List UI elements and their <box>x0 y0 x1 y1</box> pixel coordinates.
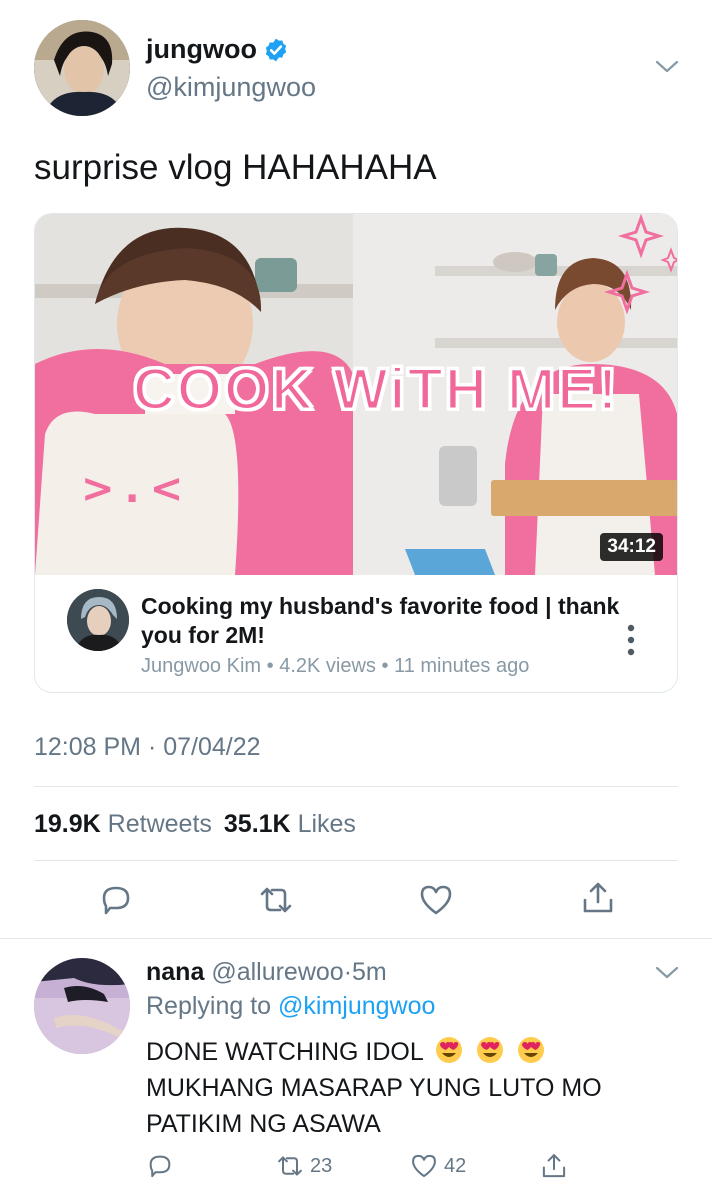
author-avatar[interactable] <box>34 20 130 116</box>
likes-label: Likes <box>297 810 356 838</box>
channel-name[interactable]: Jungwoo Kim <box>141 655 261 677</box>
divider <box>34 786 678 787</box>
heart-eyes-emoji-icon <box>476 1037 503 1063</box>
section-divider <box>0 938 712 939</box>
divider <box>34 860 678 861</box>
reply-like-count: 42 <box>444 1154 467 1177</box>
chevron-down-icon[interactable] <box>652 958 682 988</box>
heart-eyes-emoji-icon <box>435 1037 462 1063</box>
retweets-label: Retweets <box>107 810 212 838</box>
video-thumbnail[interactable]: COOK WiTH ME! >.< 34:12 <box>35 214 677 575</box>
reply-like-button[interactable]: 42 <box>410 1152 466 1180</box>
retweet-icon <box>278 1156 302 1176</box>
verified-badge-icon <box>265 38 287 61</box>
retweet-icon[interactable] <box>258 882 294 918</box>
video-meta: Jungwoo Kim • 4.2K views • 11 minutes ag… <box>141 655 529 678</box>
channel-avatar[interactable] <box>67 589 129 651</box>
reply-line-3: PATIKIM NG ASAWA <box>146 1110 381 1138</box>
retweets-count: 19.9K <box>34 810 101 838</box>
heart-eyes-emoji-icon <box>517 1037 544 1063</box>
reply-share-button[interactable] <box>540 1152 568 1180</box>
reply-retweet-button[interactable]: 23 <box>276 1152 332 1180</box>
reply-line-1: DONE WATCHING IDOL <box>146 1034 686 1070</box>
thumbnail-title-text: COOK WiTH ME! <box>131 356 620 424</box>
reply-icon[interactable] <box>98 882 134 918</box>
retweets-stat[interactable]: 19.9K Retweets <box>34 810 212 839</box>
like-icon[interactable] <box>418 882 454 918</box>
reply-dot: · <box>343 958 353 986</box>
author-name[interactable]: jungwoo <box>146 34 257 65</box>
reply-actions: 23 42 <box>0 1152 712 1192</box>
reply-author-handle[interactable]: @allurewoo <box>211 958 343 986</box>
chevron-down-icon[interactable] <box>652 52 682 82</box>
reply-author-name[interactable]: nana <box>146 958 204 986</box>
reply-retweet-count: 23 <box>310 1154 333 1177</box>
video-duration: 34:12 <box>600 533 663 561</box>
likes-stat[interactable]: 35.1K Likes <box>224 810 356 839</box>
tweet-text: surprise vlog HAHAHAHA <box>34 148 437 187</box>
video-card[interactable]: COOK WiTH ME! >.< 34:12 Cooking my husba… <box>34 213 678 693</box>
author-name-row[interactable]: jungwoo <box>146 34 289 65</box>
reply-header: nana @allurewoo·5m <box>146 958 387 987</box>
reply-tweet[interactable]: nana @allurewoo·5m Replying to @kimjungw… <box>0 940 712 1200</box>
tweet-timestamp[interactable]: 12:08 PM · 07/04/22 <box>34 733 261 762</box>
reply-avatar[interactable] <box>34 958 130 1054</box>
meta-separator: • <box>381 655 389 677</box>
replying-to: Replying to @kimjungwoo <box>146 992 435 1021</box>
reply-text: DONE WATCHING IDOL MUKHANG MASARAP YUNG … <box>146 1034 686 1142</box>
reply-reply-button[interactable] <box>146 1152 174 1180</box>
like-icon <box>412 1154 436 1178</box>
tweet-actions <box>0 870 712 930</box>
view-count: 4.2K views <box>279 655 376 677</box>
author-handle[interactable]: @kimjungwoo <box>146 72 316 103</box>
reply-line-1-text: DONE WATCHING IDOL <box>146 1038 423 1066</box>
more-options-icon[interactable] <box>621 620 641 660</box>
replying-label: Replying to <box>146 992 272 1020</box>
reply-icon <box>149 1155 171 1178</box>
reply-time[interactable]: 5m <box>352 958 387 986</box>
video-title[interactable]: Cooking my husband's favorite food | tha… <box>141 592 621 650</box>
replying-to-handle[interactable]: @kimjungwoo <box>278 992 435 1020</box>
likes-count: 35.1K <box>223 810 291 838</box>
upload-age: 11 minutes ago <box>394 655 530 677</box>
tweet-stats: 19.9K Retweets 35.1K Likes <box>34 810 356 839</box>
meta-separator: • <box>266 655 274 677</box>
share-icon <box>542 1154 566 1178</box>
reply-line-2: MUKHANG MASARAP YUNG LUTO MO <box>146 1074 602 1102</box>
thumbnail-emoticon-text: >.< <box>81 466 194 512</box>
share-icon[interactable] <box>580 880 616 916</box>
